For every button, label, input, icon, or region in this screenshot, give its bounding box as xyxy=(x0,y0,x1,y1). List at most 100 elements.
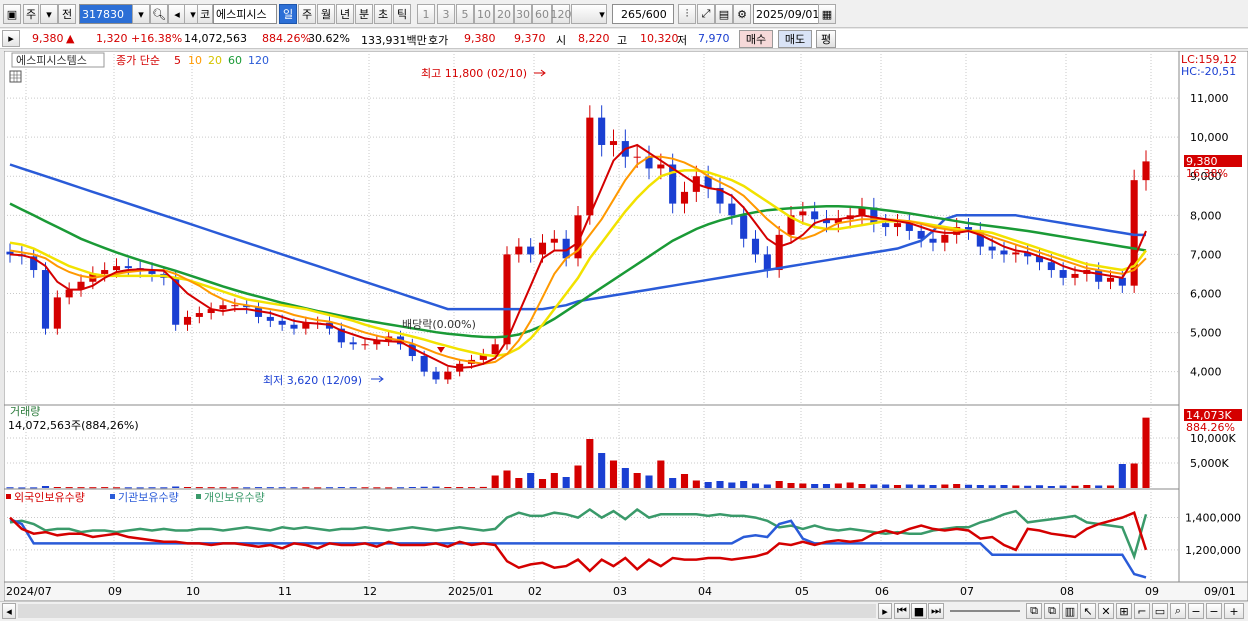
legend-individual: 개인보유수량 xyxy=(204,491,265,504)
volume-bar xyxy=(598,453,606,488)
stock-name-field[interactable]: 에스피시스 xyxy=(213,4,277,24)
volume-bar xyxy=(219,487,227,489)
n-period-6[interactable]: 60 xyxy=(532,4,552,24)
display-total: /600 xyxy=(642,7,667,21)
dropdown-arrow-icon[interactable]: ▾ xyxy=(40,4,58,24)
table-icon[interactable] xyxy=(9,70,22,83)
fast-forward-icon[interactable]: ⏭ xyxy=(928,603,944,619)
candle-type-icon[interactable]: ⫶ xyxy=(678,4,696,24)
volume-bar xyxy=(882,484,890,488)
sell-button[interactable]: 매도 xyxy=(778,30,812,48)
stock-code-input[interactable]: 317830 xyxy=(79,4,133,24)
n-period-3[interactable]: 10 xyxy=(474,4,494,24)
volume-bar xyxy=(834,483,842,488)
measure-icon[interactable]: ⊞ xyxy=(1116,603,1132,619)
scroll-track[interactable] xyxy=(18,604,876,618)
stop-icon[interactable]: ■ xyxy=(911,603,927,619)
search-icon[interactable]: 🔍︎ xyxy=(150,4,168,24)
rewind-icon[interactable]: ⏮ xyxy=(894,603,910,619)
n-period-0[interactable]: 1 xyxy=(417,4,435,24)
blank-dropdown[interactable]: ▾ xyxy=(571,4,607,24)
volume-bar xyxy=(929,485,937,488)
low-annotation: 최저 3,620 (12/09) xyxy=(263,374,362,387)
trendline-icon[interactable]: ⤢ xyxy=(697,4,715,24)
zoom-minus-icon[interactable]: − xyxy=(1206,603,1222,619)
zoom-slider[interactable] xyxy=(950,610,1020,612)
volume-bar xyxy=(290,487,298,489)
interval-5[interactable]: 초 xyxy=(374,4,392,24)
volume-bar xyxy=(763,484,771,488)
scroll-left-icon[interactable]: ◂ xyxy=(2,603,16,619)
buy-button[interactable]: 매수 xyxy=(739,30,773,48)
candle-body xyxy=(432,371,440,380)
volume-bar xyxy=(1059,485,1067,488)
volume-bar xyxy=(976,485,984,488)
volume-bar xyxy=(349,487,357,489)
volume-bar xyxy=(420,486,428,488)
candle-body xyxy=(420,356,428,372)
interval-2[interactable]: 월 xyxy=(317,4,335,24)
interval-6[interactable]: 틱 xyxy=(393,4,411,24)
eval-button[interactable]: 평 xyxy=(816,30,836,48)
layout-icon[interactable]: ⧉ xyxy=(1026,603,1042,619)
cross-icon[interactable]: ✕ xyxy=(1098,603,1114,619)
n-period-5[interactable]: 30 xyxy=(514,4,532,24)
display-count-field[interactable]: 265 /600 xyxy=(612,4,674,24)
n-period-1[interactable]: 3 xyxy=(437,4,455,24)
zoom-out-icon[interactable]: − xyxy=(1188,603,1204,619)
volume-bar xyxy=(893,485,902,488)
market-category: 코 xyxy=(197,4,213,24)
prev-button[interactable]: 전 xyxy=(58,4,76,24)
window-menu-icon[interactable]: ▣ xyxy=(3,4,21,24)
scroll-bar[interactable]: ◂ ▸ ⏮ ■ ⏭ ⧉ ⧉ ▥ ↖ ✕ ⊞ ⌐ ▭ ⌕ − − + xyxy=(0,601,1248,621)
volume-bar xyxy=(101,487,109,489)
volume-bar xyxy=(243,487,251,489)
interval-0[interactable]: 일 xyxy=(279,4,297,24)
n-period-7[interactable]: 120 xyxy=(551,4,572,24)
price-tick-label: 7,000 xyxy=(1190,248,1222,261)
volume-bar xyxy=(361,487,369,489)
candle-body xyxy=(183,316,192,325)
cursor-icon[interactable]: ↖ xyxy=(1080,603,1096,619)
up-arrow-icon: ▲ xyxy=(66,32,75,45)
ho-label: 호가 xyxy=(428,34,449,47)
date-field[interactable]: 2025/09/01 xyxy=(753,4,819,24)
gear-icon[interactable]: ⚙ xyxy=(733,4,751,24)
split-icon[interactable]: ▥ xyxy=(1062,603,1078,619)
legend-stock-name: 에스피시스템스 xyxy=(16,54,87,67)
calendar-icon[interactable]: ▦ xyxy=(818,4,836,24)
volume-bar xyxy=(775,481,783,488)
legend-ma60: 60 xyxy=(228,54,242,67)
save-icon[interactable]: ▤ xyxy=(715,4,733,24)
last-volume-pct: 884.26% xyxy=(1186,421,1235,434)
n-period-4[interactable]: 20 xyxy=(494,4,514,24)
period-button[interactable]: 주 xyxy=(23,4,39,24)
price-change-pct: +16.38% xyxy=(131,32,183,45)
foreign-legend-icon xyxy=(6,494,11,499)
x-tick-label: 06 xyxy=(875,585,889,598)
interval-4[interactable]: 분 xyxy=(355,4,373,24)
interval-3[interactable]: 년 xyxy=(336,4,354,24)
volume-bar xyxy=(680,474,689,488)
x-tick-label: 2024/07 xyxy=(6,585,52,598)
interval-1[interactable]: 주 xyxy=(298,4,316,24)
candle-body xyxy=(882,223,890,228)
quote-menu-icon[interactable]: ▸ xyxy=(2,30,20,47)
x-tick-label: 04 xyxy=(698,585,712,598)
candle-body xyxy=(1059,270,1067,278)
zoom-search-icon[interactable]: ⌕ xyxy=(1170,603,1186,619)
copy-icon[interactable]: ⧉ xyxy=(1044,603,1060,619)
panel-icon[interactable]: ▭ xyxy=(1152,603,1168,619)
chart-svg[interactable]: 2024/07 09 10 11 12 2025/01 02 03 04 05 06 07 08 09 09… xyxy=(3,50,1248,602)
candle-body xyxy=(811,211,819,220)
code-dropdown-icon[interactable]: ▾ xyxy=(132,4,150,24)
n-period-2[interactable]: 5 xyxy=(456,4,474,24)
zoom-in-icon[interactable]: + xyxy=(1224,603,1244,619)
candle-body xyxy=(1095,270,1103,282)
legend-ma-label: 종가 단순 xyxy=(116,54,160,67)
scroll-right-icon[interactable]: ▸ xyxy=(878,603,892,619)
chart-area[interactable]: 2024/07 09 10 11 12 2025/01 02 03 04 05 06 07 08 09 09… xyxy=(3,50,1248,602)
candle-body xyxy=(680,191,689,204)
draw-icon[interactable]: ⌐ xyxy=(1134,603,1150,619)
x-tick-label: 09 xyxy=(108,585,122,598)
